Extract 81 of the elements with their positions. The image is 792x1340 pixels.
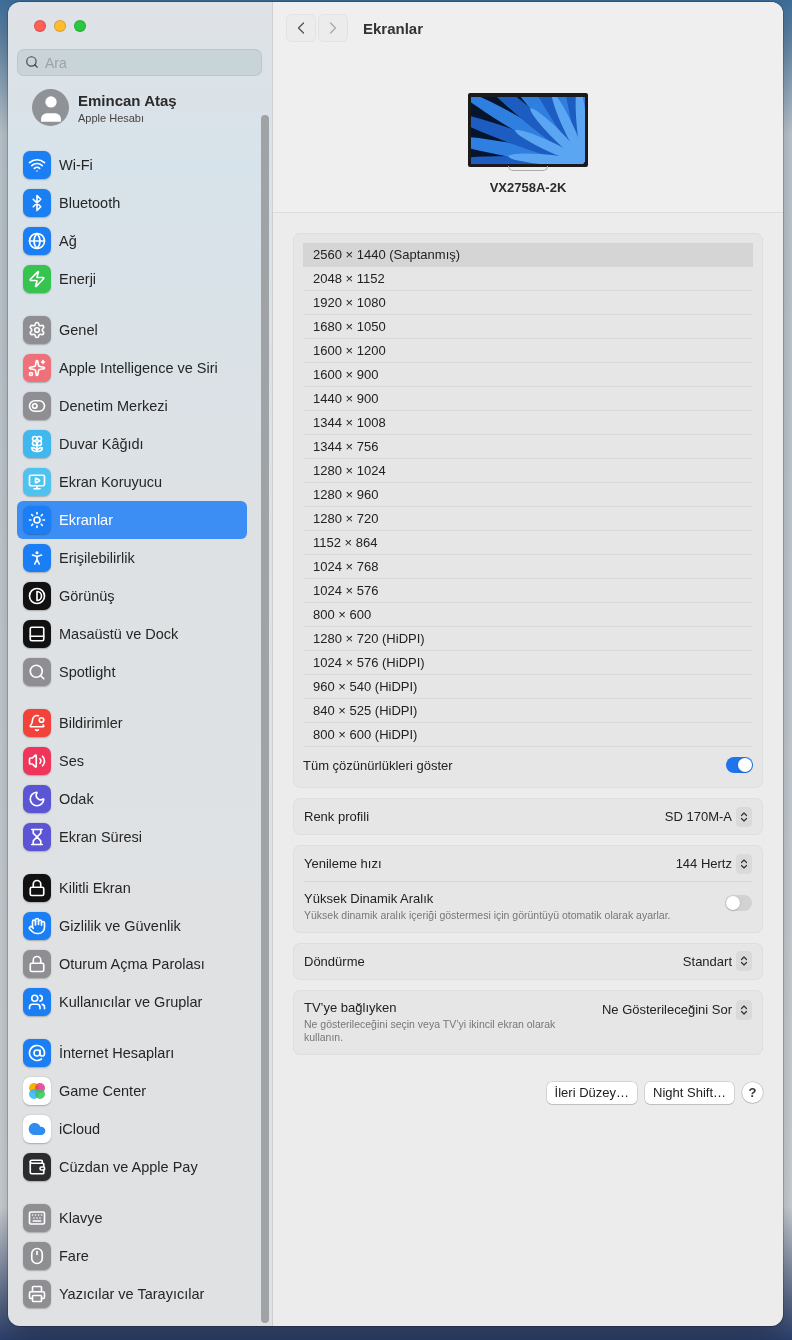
popup-button[interactable]: SD 170M-A bbox=[664, 806, 752, 827]
sidebar-item[interactable]: Bildirimler bbox=[17, 704, 247, 742]
setting-label: TV’ye bağlıyken bbox=[304, 999, 398, 1015]
close-button[interactable] bbox=[34, 20, 46, 32]
sidebar-item[interactable]: Ekran Süresi bbox=[17, 818, 247, 856]
resolution-option[interactable]: 1024 × 576 bbox=[303, 579, 753, 603]
sidebar-item[interactable]: Ağ bbox=[17, 222, 247, 260]
resolution-option[interactable]: 960 × 540 (HiDPI) bbox=[303, 675, 753, 699]
sidebar-item[interactable]: Bluetooth bbox=[17, 184, 247, 222]
sidebar-item[interactable]: Kilitli Ekran bbox=[17, 869, 247, 907]
resolution-option[interactable]: 1152 × 864 bbox=[303, 531, 753, 555]
setting-description: Ne gösterileceğini seçin veya TV’yi ikincil ekran olarak kullanın. bbox=[304, 1017, 557, 1045]
sidebar-item[interactable]: İnternet Hesapları bbox=[17, 1034, 247, 1072]
stepper-icon bbox=[736, 806, 752, 827]
minimize-button[interactable] bbox=[54, 20, 66, 32]
resolution-option[interactable]: 1280 × 960 bbox=[303, 483, 753, 507]
sidebar-item[interactable]: Duvar Kâğıdı bbox=[17, 425, 247, 463]
resolution-option[interactable]: 1920 × 1080 bbox=[303, 291, 753, 315]
sidebar-item[interactable]: Ekran Koruyucu bbox=[17, 463, 247, 501]
setting-label: Döndürme bbox=[304, 953, 365, 969]
resolution-option[interactable]: 1440 × 900 bbox=[303, 387, 753, 411]
resolution-option[interactable]: 1280 × 1024 bbox=[303, 459, 753, 483]
sidebar-item[interactable]: Cüzdan ve Apple Pay bbox=[17, 1148, 247, 1186]
setting-label: Tüm çözünürlükleri göster bbox=[303, 757, 453, 773]
sidebar-item[interactable]: Spotlight bbox=[17, 653, 247, 691]
sidebar-item[interactable]: Oturum Açma Parolası bbox=[17, 945, 247, 983]
display-name: VX2758A-2K bbox=[489, 180, 567, 195]
popup-button[interactable]: 144 Hertz bbox=[675, 853, 752, 874]
dialog-button[interactable]: İleri Düzey… bbox=[546, 1081, 637, 1104]
stepper-icon bbox=[736, 951, 752, 972]
resolution-option[interactable]: 1600 × 1200 bbox=[303, 339, 753, 363]
stepper-icon bbox=[736, 999, 752, 1020]
setting-label: Yüksek Dinamik Aralık bbox=[304, 891, 435, 906]
zoom-button[interactable] bbox=[74, 20, 86, 32]
sidebar-item[interactable]: Masaüstü ve Dock bbox=[17, 615, 247, 653]
scrollbar[interactable] bbox=[261, 115, 269, 1323]
dialog-button[interactable]: Night Shift… bbox=[645, 1081, 734, 1104]
stepper-icon bbox=[736, 853, 752, 874]
help-button[interactable]: ? bbox=[742, 1082, 763, 1104]
sidebar-item[interactable]: Görünüş bbox=[17, 577, 247, 615]
sidebar-item[interactable]: Denetim Merkezi bbox=[17, 387, 247, 425]
toggle-switch[interactable] bbox=[726, 757, 753, 773]
account-name: Emincan Ataş bbox=[78, 92, 177, 110]
sidebar-item[interactable]: Fare bbox=[17, 1237, 247, 1275]
avatar-icon[interactable] bbox=[32, 89, 69, 127]
popup-button[interactable]: Standart bbox=[682, 951, 752, 972]
resolution-option[interactable]: 1280 × 720 bbox=[303, 507, 753, 531]
resolution-option[interactable]: 1600 × 900 bbox=[303, 363, 753, 387]
resolution-option[interactable]: 840 × 525 (HiDPI) bbox=[303, 699, 753, 723]
window-title: Ekranlar bbox=[363, 19, 424, 37]
resolution-option[interactable]: 2560 × 1440 (Saptanmış) bbox=[303, 243, 753, 267]
resolution-option[interactable]: 1024 × 768 bbox=[303, 555, 753, 579]
resolution-option[interactable]: 1680 × 1050 bbox=[303, 315, 753, 339]
resolution-option[interactable]: 1344 × 1008 bbox=[303, 411, 753, 435]
sidebar-item[interactable]: Apple Intelligence ve Siri bbox=[17, 349, 247, 387]
setting-label: Yenileme hızı bbox=[304, 856, 382, 871]
resolution-option[interactable]: 2048 × 1152 bbox=[303, 267, 753, 291]
sidebar-item[interactable]: Yazıcılar ve Tarayıcılar bbox=[17, 1275, 247, 1313]
setting-label: Renk profili bbox=[304, 809, 370, 824]
resolution-option[interactable]: 1344 × 756 bbox=[303, 435, 753, 459]
sidebar-item[interactable]: Klavye bbox=[17, 1199, 247, 1237]
popup-button[interactable]: Ne Gösterileceğini Sor bbox=[601, 999, 752, 1020]
sidebar-item[interactable]: Wi-Fi bbox=[17, 146, 247, 184]
toggle-switch[interactable] bbox=[725, 895, 752, 911]
sidebar-item[interactable]: Odak bbox=[17, 780, 247, 818]
sidebar-item[interactable]: Enerji bbox=[17, 260, 247, 298]
sidebar-item[interactable]: iCloud bbox=[17, 1110, 247, 1148]
account-subtitle: Apple Hesabı bbox=[78, 112, 146, 125]
resolution-option[interactable]: 800 × 600 (HiDPI) bbox=[303, 723, 753, 747]
resolution-option[interactable]: 800 × 600 bbox=[303, 603, 753, 627]
resolution-option[interactable]: 1024 × 576 (HiDPI) bbox=[303, 651, 753, 675]
sidebar-item[interactable]: Kullanıcılar ve Gruplar bbox=[17, 983, 247, 1021]
sidebar-item[interactable]: Gizlilik ve Güvenlik bbox=[17, 907, 247, 945]
resolution-option[interactable]: 1280 × 720 (HiDPI) bbox=[303, 627, 753, 651]
sidebar-item[interactable]: Erişilebilirlik bbox=[17, 539, 247, 577]
setting-description: Yüksek dinamik aralık içeriği göstermesi için görüntüyü otomatik olarak ayarlar. bbox=[304, 909, 671, 923]
back-button[interactable] bbox=[286, 14, 316, 42]
sidebar-item[interactable]: Game Center bbox=[17, 1072, 247, 1110]
search-icon bbox=[25, 55, 39, 70]
sidebar-item[interactable]: Genel bbox=[17, 311, 247, 349]
sidebar-item[interactable]: Ses bbox=[17, 742, 247, 780]
